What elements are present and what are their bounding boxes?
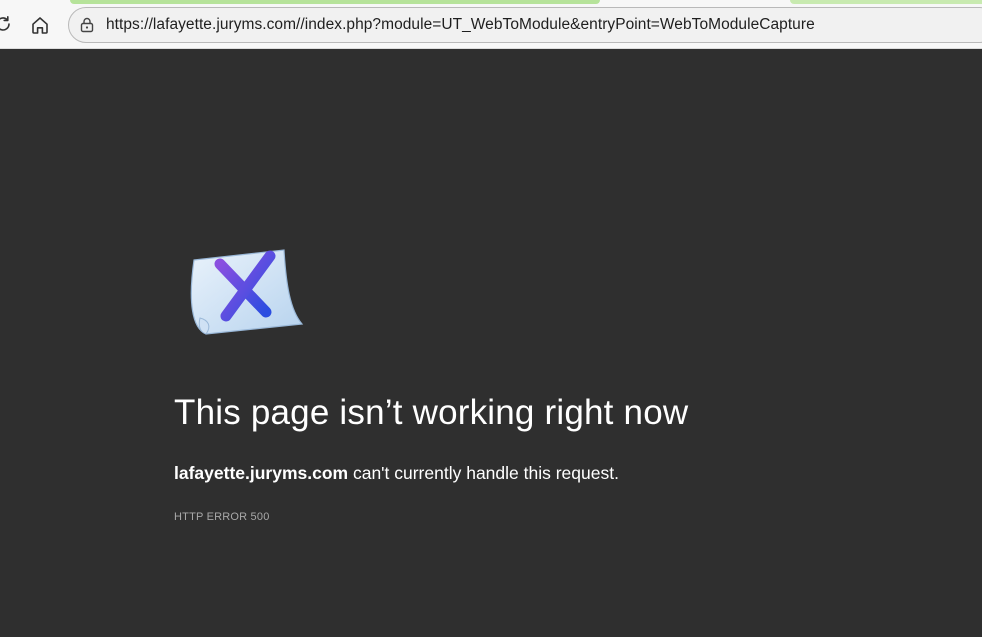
url-text[interactable]: https://lafayette.juryms.com//index.php?… bbox=[106, 16, 815, 34]
active-tab-edge bbox=[70, 0, 600, 4]
error-host: lafayette.juryms.com bbox=[174, 463, 349, 483]
error-document-x-icon bbox=[186, 244, 308, 340]
reload-button[interactable] bbox=[0, 13, 14, 35]
error-message: lafayette.juryms.com can't currently han… bbox=[174, 463, 619, 484]
tab-edge bbox=[790, 0, 982, 4]
browser-toolbar: https://lafayette.juryms.com//index.php?… bbox=[0, 0, 982, 49]
home-icon bbox=[32, 17, 48, 34]
lock-icon[interactable] bbox=[78, 16, 96, 34]
error-code: HTTP ERROR 500 bbox=[174, 511, 270, 523]
reload-icon bbox=[0, 16, 10, 31]
error-headline: This page isn’t working right now bbox=[174, 393, 689, 432]
home-button[interactable] bbox=[28, 13, 52, 37]
error-message-text: can't currently handle this request. bbox=[348, 463, 619, 483]
address-bar[interactable]: https://lafayette.juryms.com//index.php?… bbox=[68, 7, 982, 43]
